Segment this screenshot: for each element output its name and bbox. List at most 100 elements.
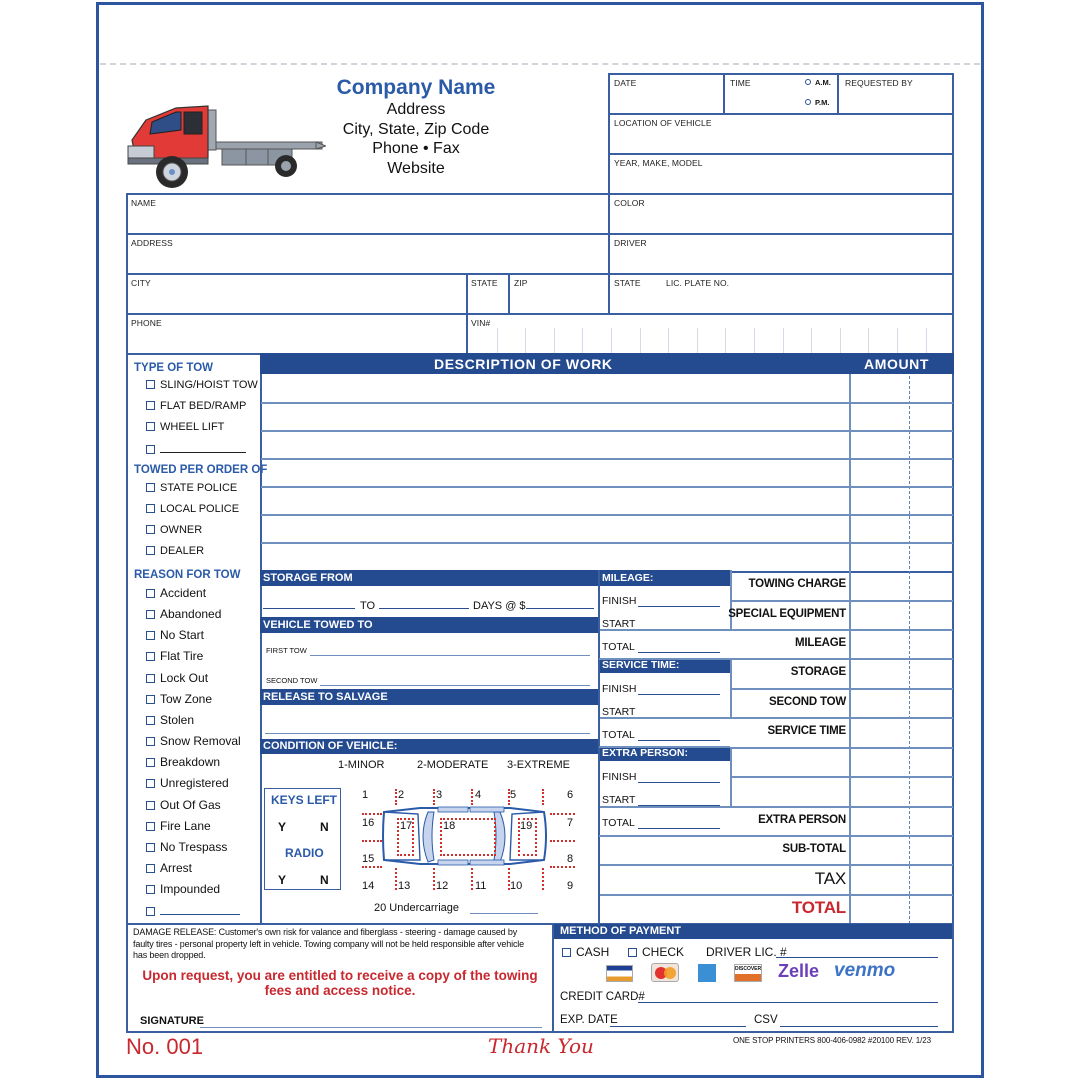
signature-line[interactable]	[200, 1027, 542, 1028]
color-field[interactable]: COLOR	[614, 198, 645, 208]
towed-per-order-option[interactable]: DEALER	[146, 545, 204, 557]
zone-number[interactable]: 8	[567, 853, 573, 865]
zone-number[interactable]: 11	[475, 880, 486, 892]
location-of-vehicle-field[interactable]: LOCATION OF VEHICLE	[614, 118, 712, 128]
charge-amount-cell[interactable]	[851, 600, 951, 629]
csv-line[interactable]	[780, 1026, 938, 1027]
state-field[interactable]: STATE	[471, 278, 498, 288]
work-description-row[interactable]	[262, 514, 848, 542]
extra-person-total-line[interactable]	[638, 828, 720, 829]
time-field[interactable]: TIME	[730, 78, 751, 88]
driver-field[interactable]: DRIVER	[614, 238, 647, 248]
reason-for-tow-option[interactable]: No Trespass	[146, 840, 227, 854]
charge-amount-cell[interactable]	[851, 835, 951, 864]
lic-plate-field[interactable]: LIC. PLATE NO.	[666, 278, 729, 288]
mileage-total-line[interactable]	[638, 652, 720, 653]
radio-yes[interactable]: Y	[278, 873, 286, 887]
charge-amount-cell[interactable]	[851, 570, 951, 600]
reason-for-tow-option[interactable]: Breakdown	[146, 755, 220, 769]
zone-number[interactable]: 14	[362, 880, 374, 892]
name-field[interactable]: NAME	[131, 198, 156, 208]
work-description-row[interactable]	[262, 430, 848, 458]
charge-amount-cell[interactable]	[851, 864, 951, 894]
service-time-total-line[interactable]	[638, 740, 720, 741]
zip-field[interactable]: ZIP	[514, 278, 528, 288]
towed-per-order-option[interactable]: LOCAL POLICE	[146, 503, 239, 515]
zone-number[interactable]: 1	[362, 789, 368, 801]
mileage-finish-line[interactable]	[638, 606, 720, 607]
year-make-model-field[interactable]: YEAR, MAKE, MODEL	[614, 158, 703, 168]
reason-for-tow-option[interactable]: Impounded	[146, 882, 220, 896]
work-amount-cell[interactable]	[851, 542, 952, 570]
reason-for-tow-option[interactable]: Unregistered	[146, 776, 229, 790]
zone-number[interactable]: 5	[510, 789, 516, 801]
charge-amount-cell[interactable]	[851, 717, 951, 747]
zone-number[interactable]: 12	[436, 880, 448, 892]
exp-date-line[interactable]	[610, 1026, 746, 1027]
work-amount-cell[interactable]	[851, 458, 952, 486]
work-amount-cell[interactable]	[851, 514, 952, 542]
first-tow-line[interactable]	[310, 655, 590, 656]
keys-no[interactable]: N	[320, 820, 329, 834]
charge-amount-cell[interactable]	[851, 776, 951, 806]
address-field[interactable]: ADDRESS	[131, 238, 173, 248]
cash-checkbox[interactable]: CASH	[562, 945, 609, 959]
zone-number[interactable]: 3	[436, 789, 442, 801]
zone-number[interactable]: 2	[398, 789, 404, 801]
reason-for-tow-option[interactable]: Stolen	[146, 713, 194, 727]
reason-for-tow-option[interactable]: Lock Out	[146, 671, 208, 685]
zone-number[interactable]: 6	[567, 789, 573, 801]
reason-for-tow-option[interactable]: Tow Zone	[146, 692, 212, 706]
charge-amount-cell[interactable]	[851, 747, 951, 776]
reason-for-tow-option[interactable]: Fire Lane	[146, 819, 211, 833]
towed-per-order-option[interactable]: OWNER	[146, 524, 202, 536]
work-amount-cell[interactable]	[851, 374, 952, 402]
zone-number[interactable]: 16	[362, 817, 374, 829]
zone-number[interactable]: 9	[567, 880, 573, 892]
storage-from-line[interactable]	[263, 600, 355, 612]
keys-yes[interactable]: Y	[278, 820, 286, 834]
extra-person-finish-line[interactable]	[638, 782, 720, 783]
date-field[interactable]: DATE	[614, 78, 636, 88]
type-of-tow-option[interactable]	[146, 442, 246, 456]
plate-state-field[interactable]: STATE	[614, 278, 641, 288]
work-amount-cell[interactable]	[851, 402, 952, 430]
work-description-row[interactable]	[262, 458, 848, 486]
work-description-row[interactable]	[262, 486, 848, 514]
radio-no[interactable]: N	[320, 873, 329, 887]
reason-for-tow-option[interactable]: Accident	[146, 586, 206, 600]
work-description-row[interactable]	[262, 542, 848, 570]
towed-per-order-option[interactable]: STATE POLICE	[146, 482, 237, 494]
zone-number[interactable]: 13	[398, 880, 410, 892]
work-description-row[interactable]	[262, 402, 848, 430]
vin-field[interactable]: VIN#	[471, 318, 490, 328]
requested-by-field[interactable]: REQUESTED BY	[845, 78, 913, 88]
reason-for-tow-option[interactable]: No Start	[146, 628, 204, 642]
undercarriage-line[interactable]	[470, 913, 538, 914]
second-tow-line[interactable]	[320, 685, 590, 686]
reason-for-tow-option[interactable]	[146, 903, 240, 918]
vin-cells[interactable]	[468, 328, 954, 354]
charge-amount-cell[interactable]	[851, 629, 951, 658]
reason-for-tow-option[interactable]: Flat Tire	[146, 649, 203, 663]
driver-lic-line[interactable]	[776, 957, 938, 958]
type-of-tow-option[interactable]: WHEEL LIFT	[146, 421, 224, 433]
storage-to-line[interactable]	[379, 600, 469, 612]
check-checkbox[interactable]: CHECK	[628, 945, 684, 959]
reason-for-tow-option[interactable]: Out Of Gas	[146, 798, 221, 812]
charge-amount-cell[interactable]	[851, 658, 951, 688]
salvage-line[interactable]	[265, 733, 590, 734]
charge-amount-cell[interactable]	[851, 806, 951, 835]
reason-for-tow-option[interactable]: Snow Removal	[146, 734, 241, 748]
reason-for-tow-option[interactable]: Abandoned	[146, 607, 221, 621]
work-amount-cell[interactable]	[851, 486, 952, 514]
city-field[interactable]: CITY	[131, 278, 151, 288]
reason-for-tow-option[interactable]: Arrest	[146, 861, 192, 875]
service-time-finish-line[interactable]	[638, 694, 720, 695]
am-radio[interactable]: A.M.	[805, 78, 831, 87]
type-of-tow-option[interactable]: FLAT BED/RAMP	[146, 400, 246, 412]
work-amount-cell[interactable]	[851, 430, 952, 458]
zone-number[interactable]: 7	[567, 817, 573, 829]
charge-amount-cell[interactable]	[851, 688, 951, 717]
work-description-row[interactable]	[262, 374, 848, 402]
